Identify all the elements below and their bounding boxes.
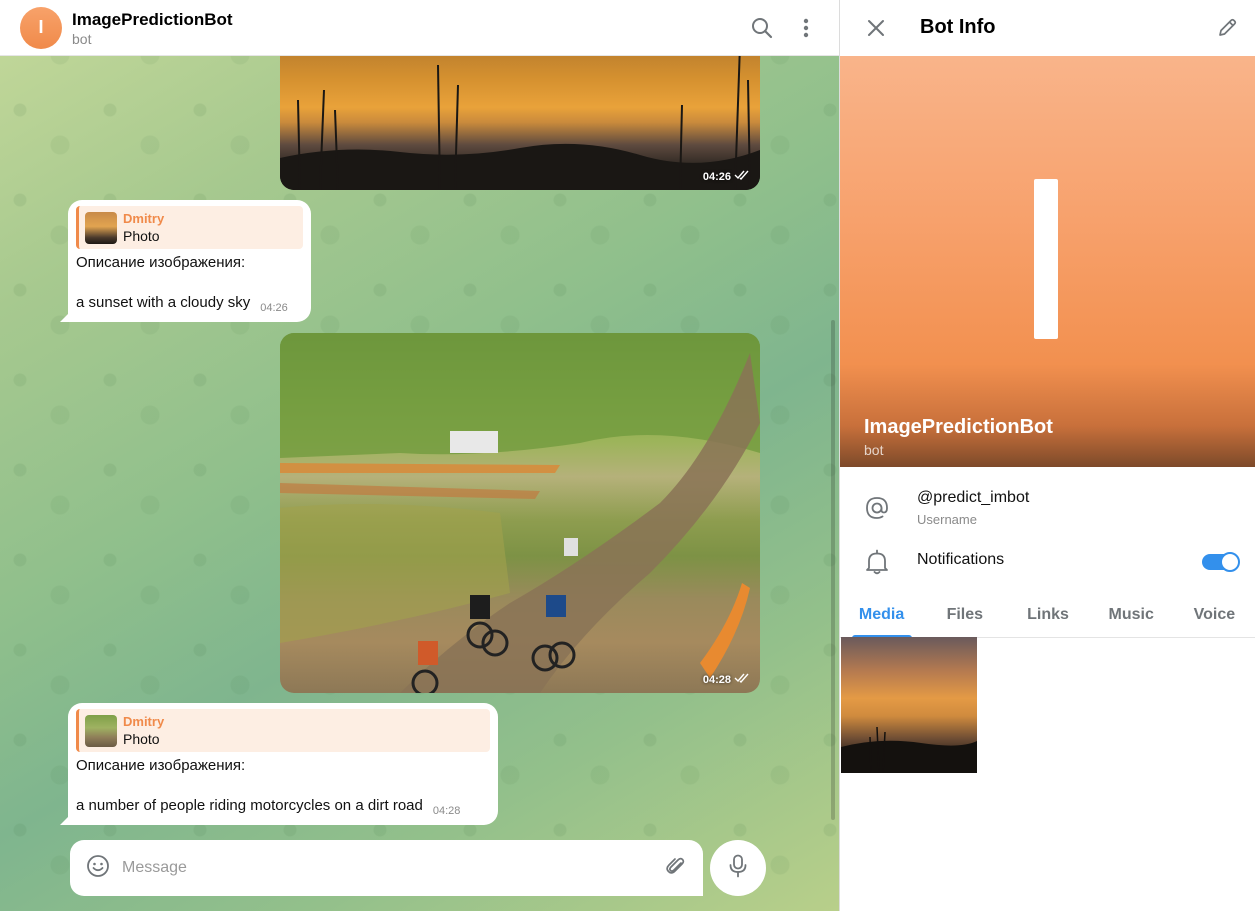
username-row[interactable]: @predict_imbot Username — [840, 480, 1255, 536]
panel-title: Bot Info — [920, 16, 996, 38]
message-time: 04:26 — [703, 170, 750, 183]
message-bubble[interactable]: Dmitry Photo Описание изображения: a num… — [60, 703, 498, 825]
tab-links[interactable]: Links — [1006, 598, 1089, 637]
notifications-label: Notifications — [917, 551, 1005, 568]
chat-header[interactable]: I ImagePredictionBot bot — [0, 0, 839, 56]
profile-hero[interactable]: ImagePredictionBot bot — [840, 56, 1255, 467]
emoji-icon[interactable] — [86, 854, 110, 883]
tab-voice[interactable]: Voice — [1173, 598, 1255, 637]
message-photo-motocross[interactable]: 04:28 — [280, 333, 760, 693]
search-icon[interactable] — [750, 16, 774, 40]
message-text-line: a number of people riding motorcycles on… — [76, 797, 423, 814]
notifications-toggle[interactable] — [1202, 552, 1240, 572]
message-photo-sunset[interactable]: 04:26 — [280, 40, 760, 190]
profile-avatar-letter — [1034, 179, 1058, 339]
media-tabs: Media Files Links Music Voice — [840, 598, 1255, 638]
more-menu-icon[interactable] — [794, 16, 818, 40]
avatar[interactable]: I — [20, 6, 62, 49]
message-input[interactable] — [122, 859, 665, 877]
reply-author: Dmitry — [123, 714, 165, 729]
message-time: 04:28 — [432, 805, 461, 817]
bot-info-panel: Bot Info ImagePredictionBot bot @predict… — [839, 0, 1255, 911]
reply-author: Dmitry — [123, 211, 165, 226]
chat-scrollbar[interactable] — [831, 320, 835, 820]
tab-media[interactable]: Media — [840, 598, 923, 637]
username-value: @predict_imbot — [917, 489, 1030, 506]
username-label: Username — [917, 512, 977, 527]
message-text-line: Описание изображения: — [76, 254, 246, 271]
tab-files[interactable]: Files — [923, 598, 1006, 637]
message-bubble[interactable]: Dmitry Photo Описание изображения: a sun… — [60, 200, 311, 322]
notifications-row[interactable]: Notifications — [840, 542, 1255, 582]
chat-title: ImagePredictionBot — [72, 9, 233, 29]
message-text-line: a sunset with a cloudy sky — [76, 294, 251, 311]
chat-subtitle: bot — [72, 30, 92, 47]
profile-name: ImagePredictionBot — [864, 416, 1053, 438]
message-text-line: Описание изображения: — [76, 757, 246, 774]
voice-record-button[interactable] — [710, 840, 766, 896]
attach-icon[interactable] — [665, 855, 687, 882]
chat-area: I ImagePredictionBot bot 04:26 Dmitry Ph… — [0, 0, 839, 911]
reply-thumbnail — [85, 211, 117, 244]
profile-subtitle: bot — [864, 442, 884, 458]
reply-quote[interactable]: Dmitry Photo — [76, 206, 303, 249]
panel-header: Bot Info — [840, 0, 1255, 56]
reply-quote[interactable]: Dmitry Photo — [76, 709, 490, 752]
microphone-icon — [728, 854, 748, 883]
tab-music[interactable]: Music — [1090, 598, 1173, 637]
media-thumbnail[interactable] — [841, 637, 977, 773]
double-check-icon — [734, 673, 750, 686]
reply-kind: Photo — [123, 731, 160, 747]
reply-thumbnail — [85, 714, 117, 747]
edit-pencil-icon[interactable] — [1216, 17, 1238, 44]
bell-icon — [864, 549, 890, 575]
at-sign-icon — [864, 495, 890, 521]
message-time: 04:26 — [260, 302, 288, 314]
close-icon[interactable] — [866, 18, 886, 43]
reply-kind: Photo — [123, 228, 160, 244]
double-check-icon — [734, 170, 750, 183]
message-composer — [70, 840, 703, 896]
message-time: 04:28 — [703, 673, 750, 686]
